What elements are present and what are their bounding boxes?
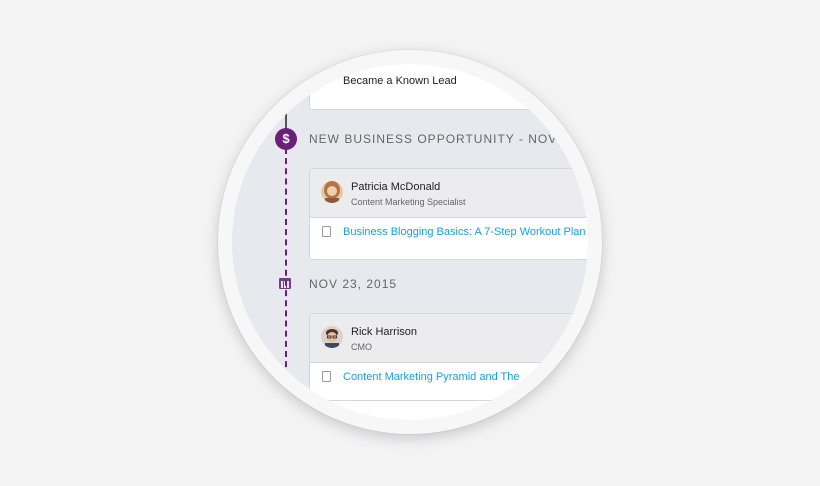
known-lead-text: Became a Known Lead — [343, 75, 457, 87]
known-lead-card: Became a Known Lead — [309, 64, 588, 110]
activity-card-rick[interactable]: Rick Harrison CMO Content Marketing Pyra… — [309, 313, 588, 405]
activity-timeline: Became a Known Lead $ NEW BUSINESS OPPOR… — [232, 64, 588, 420]
person-role: CMO — [351, 342, 372, 352]
card-header: Patricia McDonald Content Marketing Spec… — [310, 169, 588, 218]
event-label-opportunity: NEW BUSINESS OPPORTUNITY - NOV 02, 2015 — [309, 132, 588, 146]
content-link[interactable]: Content Marketing Pyramid and The — [343, 371, 520, 383]
avatar-patricia — [321, 181, 343, 203]
document-icon — [322, 371, 331, 382]
event-label-date: NOV 23, 2015 — [309, 277, 398, 291]
person-name[interactable]: Patricia McDonald — [351, 181, 440, 193]
activity-card-next — [309, 400, 588, 420]
activity-card-patricia[interactable]: Patricia McDonald Content Marketing Spec… — [309, 168, 588, 260]
document-icon — [322, 226, 331, 237]
card-body: Business Blogging Basics: A 7-Step Worko… — [310, 218, 588, 258]
calendar-icon — [279, 278, 291, 289]
person-role: Content Marketing Specialist — [351, 197, 466, 207]
dollar-icon: $ — [275, 128, 297, 150]
magnifier-lens: Became a Known Lead $ NEW BUSINESS OPPOR… — [232, 64, 588, 420]
content-link[interactable]: Business Blogging Basics: A 7-Step Worko… — [343, 226, 588, 238]
person-name[interactable]: Rick Harrison — [351, 326, 417, 338]
avatar-rick — [321, 326, 343, 348]
card-body: Content Marketing Pyramid and The — [310, 363, 588, 403]
card-header: Rick Harrison CMO — [310, 314, 588, 363]
